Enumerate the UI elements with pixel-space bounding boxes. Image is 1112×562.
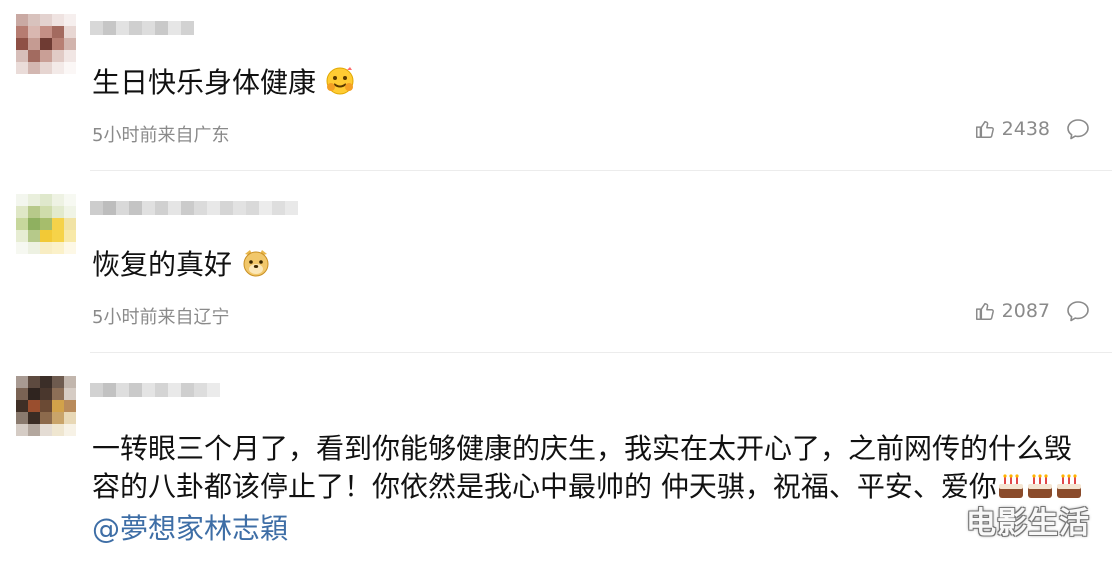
like-button[interactable]: 2438 bbox=[974, 118, 1050, 140]
comment-text: 生日快乐身体健康 bbox=[92, 64, 1092, 106]
hug-emoji-icon bbox=[325, 66, 355, 106]
username-blurred[interactable] bbox=[90, 14, 194, 42]
comment-meta: 5小时前来自辽宁 bbox=[92, 307, 230, 328]
comment-1: 生日快乐身体健康 5小时前来自广东 2438 bbox=[0, 0, 1112, 170]
thumbs-up-icon bbox=[975, 120, 994, 138]
avatar[interactable] bbox=[16, 194, 76, 254]
avatar[interactable] bbox=[16, 376, 76, 436]
comment-meta: 5小时前来自广东 bbox=[92, 125, 230, 146]
comment-2: 恢复的真好 5小时前来自辽宁 2087 bbox=[0, 170, 1112, 352]
avatar[interactable] bbox=[16, 14, 76, 74]
comment-text: 一转眼三个月了，看到你能够健康的庆生，我实在太开心了，之前网传的什么毁容的八卦都… bbox=[92, 430, 1092, 548]
like-count: 2087 bbox=[1001, 300, 1050, 322]
watermark: 电影生活 bbox=[966, 506, 1090, 541]
reply-icon[interactable] bbox=[1066, 300, 1090, 322]
comment-text: 恢复的真好 bbox=[92, 246, 1092, 288]
like-count: 2438 bbox=[1001, 118, 1050, 140]
reply-icon[interactable] bbox=[1066, 118, 1090, 140]
doge-emoji-icon bbox=[241, 248, 271, 288]
thumbs-up-icon bbox=[975, 302, 994, 320]
username-blurred[interactable] bbox=[90, 376, 220, 404]
mention-link[interactable]: @夢想家林志穎 bbox=[92, 512, 288, 545]
like-button[interactable]: 2087 bbox=[974, 300, 1050, 322]
username-blurred[interactable] bbox=[90, 194, 298, 222]
comment-3: 一转眼三个月了，看到你能够健康的庆生，我实在太开心了，之前网传的什么毁容的八卦都… bbox=[0, 352, 1112, 562]
comment-actions: 2087 bbox=[974, 300, 1090, 322]
comment-actions: 2438 bbox=[974, 118, 1090, 140]
